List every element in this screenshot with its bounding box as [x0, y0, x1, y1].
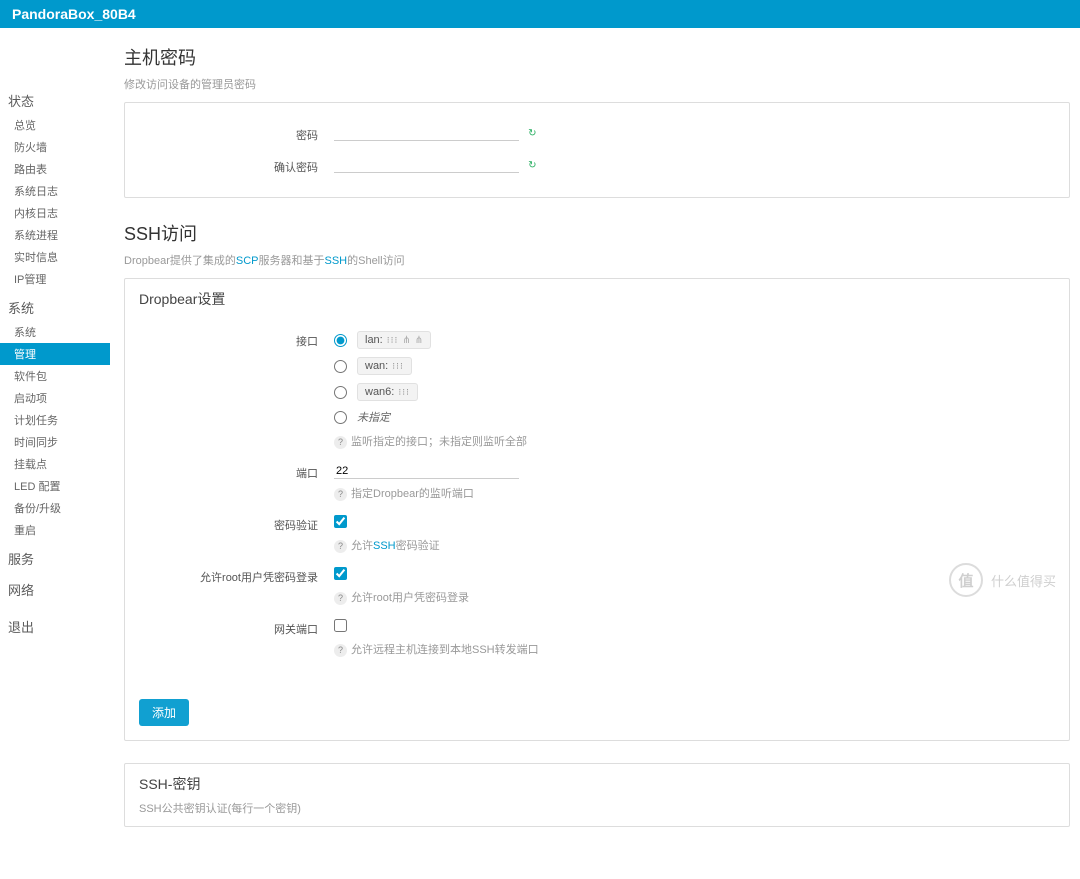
- port-input[interactable]: [334, 463, 519, 479]
- nav-system-5[interactable]: 时间同步: [0, 431, 110, 453]
- nav-status-1[interactable]: 防火墙: [0, 136, 110, 158]
- label-password: 密码: [139, 125, 334, 143]
- port-icon: ⁝⁝⁝: [398, 387, 410, 398]
- nav-cat-status[interactable]: 状态: [0, 87, 110, 114]
- main-content: 主机密码 修改访问设备的管理员密码 密码 ↻ 确认密码 ↻: [110, 28, 1080, 879]
- sshkey-title: SSH-密钥: [125, 764, 1069, 794]
- nav-system-9[interactable]: 重启: [0, 519, 110, 541]
- host-pw-panel: 密码 ↻ 确认密码 ↻: [124, 102, 1070, 198]
- nav-status-4[interactable]: 内核日志: [0, 202, 110, 224]
- nav-status-3[interactable]: 系统日志: [0, 180, 110, 202]
- iface-badge-lan: lan: ⁝⁝⁝ ⋔ ⋔: [357, 331, 431, 349]
- nav-cat-service[interactable]: 服务: [0, 545, 110, 572]
- iface-badge-wan6: wan6: ⁝⁝⁝: [357, 383, 418, 401]
- pw-auth-checkbox[interactable]: [334, 515, 347, 528]
- app-title: PandoraBox_80B4: [12, 6, 136, 22]
- ssh-link-2[interactable]: SSH: [373, 540, 396, 552]
- refresh-icon-2[interactable]: ↻: [528, 160, 536, 171]
- nav-system-2[interactable]: 软件包: [0, 365, 110, 387]
- label-root-pw: 允许root用户凭密码登录: [139, 567, 334, 585]
- pw-auth-hint: ?允许SSH密码验证: [334, 537, 1055, 553]
- port-hint: ?指定Dropbear的监听端口: [334, 485, 1055, 501]
- scp-link[interactable]: SCP: [236, 255, 259, 267]
- nav-status-2[interactable]: 路由表: [0, 158, 110, 180]
- ssh-subtitle: Dropbear提供了集成的SCP服务器和基于SSH的Shell访问: [124, 252, 1070, 268]
- iface-radio-lan[interactable]: [334, 334, 347, 347]
- confirm-password-input[interactable]: [334, 157, 519, 173]
- iface-radio-wan[interactable]: [334, 360, 347, 373]
- sshkey-subtitle: SSH公共密钥认证(每行一个密钥): [125, 794, 1069, 826]
- dropbear-panel: Dropbear设置 接口 lan: ⁝⁝⁝ ⋔ ⋔: [124, 278, 1070, 741]
- host-pw-subtitle: 修改访问设备的管理员密码: [124, 76, 1070, 92]
- add-button[interactable]: 添加: [139, 699, 189, 726]
- help-icon: ?: [334, 592, 347, 605]
- nav-cat-system[interactable]: 系统: [0, 294, 110, 321]
- nav-system-admin[interactable]: 管理: [0, 343, 110, 365]
- nav-system-4[interactable]: 计划任务: [0, 409, 110, 431]
- help-icon: ?: [334, 436, 347, 449]
- iface-radio-wan6[interactable]: [334, 386, 347, 399]
- wifi-icon-2: ⋔: [415, 335, 423, 346]
- ssh-link[interactable]: SSH: [324, 255, 347, 267]
- password-input[interactable]: [334, 125, 519, 141]
- iface-badge-wan: wan: ⁝⁝⁝: [357, 357, 412, 375]
- sidebar: 状态 总览 防火墙 路由表 系统日志 内核日志 系统进程 实时信息 IP管理 系…: [0, 28, 110, 879]
- nav-system-7[interactable]: LED 配置: [0, 475, 110, 497]
- nav-logout[interactable]: 退出: [0, 613, 110, 640]
- gateway-hint: ?允许远程主机连接到本地SSH转发端口: [334, 641, 1055, 657]
- nav-system-8[interactable]: 备份/升级: [0, 497, 110, 519]
- ssh-title: SSH访问: [124, 220, 1070, 246]
- label-interface: 接口: [139, 331, 334, 349]
- root-pw-hint: ?允许root用户凭密码登录: [334, 589, 1055, 605]
- dropbear-heading: Dropbear设置: [125, 279, 1069, 309]
- port-icon: ⁝⁝⁝: [392, 361, 404, 372]
- wifi-icon: ⋔: [402, 335, 410, 346]
- port-icon: ⁝⁝⁝: [387, 335, 399, 346]
- root-pw-checkbox[interactable]: [334, 567, 347, 580]
- host-pw-title: 主机密码: [124, 44, 1070, 70]
- label-port: 端口: [139, 463, 334, 481]
- nav-status-5[interactable]: 系统进程: [0, 224, 110, 246]
- iface-hint: ?监听指定的接口；未指定则监听全部: [334, 433, 1055, 449]
- nav-status-0[interactable]: 总览: [0, 114, 110, 136]
- iface-option-none[interactable]: 未指定: [334, 409, 1055, 425]
- help-icon: ?: [334, 488, 347, 501]
- nav-cat-network[interactable]: 网络: [0, 576, 110, 603]
- sshkey-panel: SSH-密钥 SSH公共密钥认证(每行一个密钥): [124, 763, 1070, 827]
- nav-system-6[interactable]: 挂载点: [0, 453, 110, 475]
- header-bar: PandoraBox_80B4: [0, 0, 1080, 28]
- gateway-checkbox[interactable]: [334, 619, 347, 632]
- iface-option-wan6[interactable]: wan6: ⁝⁝⁝: [334, 383, 1055, 401]
- nav-status-7[interactable]: IP管理: [0, 268, 110, 290]
- help-icon: ?: [334, 644, 347, 657]
- nav-system-0[interactable]: 系统: [0, 321, 110, 343]
- iface-none-label: 未指定: [357, 409, 390, 425]
- label-pw-auth: 密码验证: [139, 515, 334, 533]
- iface-option-wan[interactable]: wan: ⁝⁝⁝: [334, 357, 1055, 375]
- iface-radio-none[interactable]: [334, 411, 347, 424]
- label-confirm-password: 确认密码: [139, 157, 334, 175]
- label-gateway: 网关端口: [139, 619, 334, 637]
- refresh-icon[interactable]: ↻: [528, 128, 536, 139]
- help-icon: ?: [334, 540, 347, 553]
- iface-option-lan[interactable]: lan: ⁝⁝⁝ ⋔ ⋔: [334, 331, 1055, 349]
- nav-system-3[interactable]: 启动项: [0, 387, 110, 409]
- nav-status-6[interactable]: 实时信息: [0, 246, 110, 268]
